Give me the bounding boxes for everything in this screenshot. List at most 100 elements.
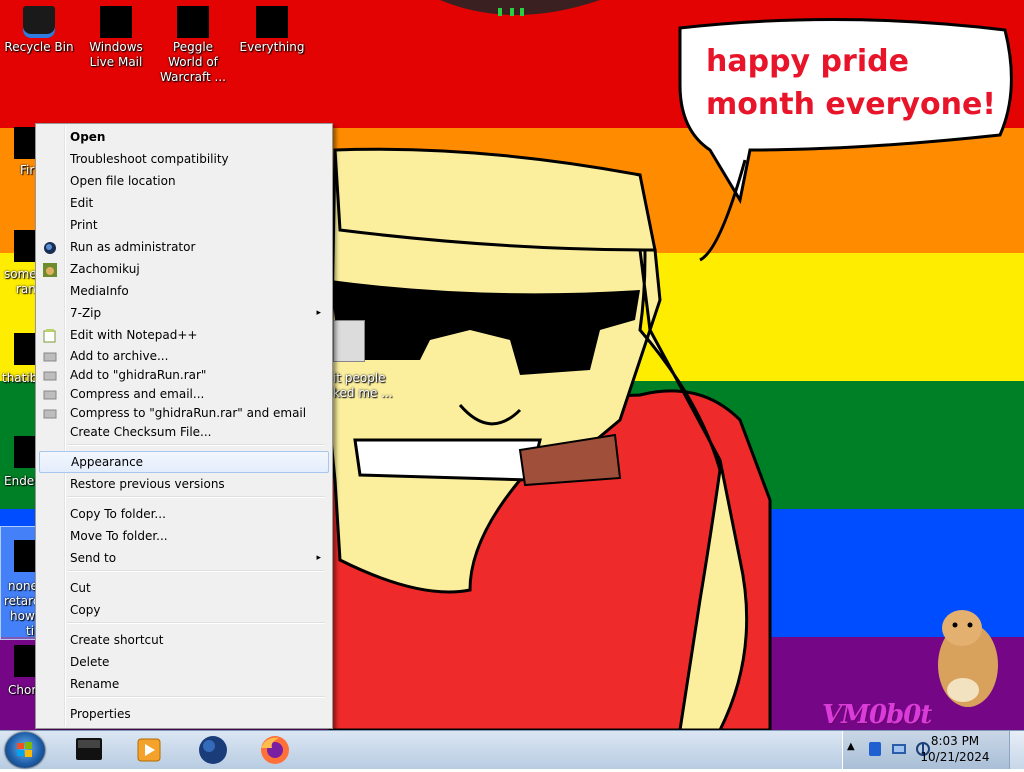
media-center-taskbar-icon[interactable] [66,734,112,766]
firefox-taskbar-icon[interactable] [252,734,298,766]
menu-item-label: Copy To folder... [70,507,166,521]
menu-item-label: Rename [70,677,120,691]
menu-item-7-zip[interactable]: 7-Zip ▸ [39,302,327,324]
desktop-icon-label-partial: ked me ... [333,386,393,400]
menu-separator [67,444,325,446]
desktop-icon-label-partial: ti [26,624,35,638]
desktop-icon-recycle-bin[interactable]: Recycle Bin [0,6,78,55]
menu-item-label: Edit [70,196,94,210]
desktop[interactable]: happy pride month everyone! VM0b0t Recyc… [0,0,1024,730]
menu-item-appearance[interactable]: Appearance [39,451,329,473]
menu-item-label: Restore previous versions [70,477,225,491]
menu-item-label: Edit with Notepad++ [70,328,198,342]
desktop-icon-label-partial: it people [333,371,386,385]
menu-item-open-file-location[interactable]: Open file location [39,170,327,192]
menu-separator [67,496,325,498]
menu-item-send-to[interactable]: Send to ▸ [39,547,327,569]
menu-item-edit[interactable]: Edit [39,192,327,214]
desktop-icon-peggle-world-of-warcraft[interactable]: Peggle World of Warcraft ... [154,6,232,85]
desktop-icon-partial[interactable] [14,540,36,572]
menu-item-label: Troubleshoot compatibility [70,152,229,166]
menu-item-delete[interactable]: Delete [39,651,327,673]
menu-separator [67,622,325,624]
winrar-icon [43,406,57,420]
menu-item-copy[interactable]: Copy [39,599,327,621]
menu-item-label: Send to [70,551,117,565]
menu-item-label: 7-Zip [70,306,102,320]
menu-item-print[interactable]: Print [39,214,327,236]
desktop-icon-label-partial: some [4,267,37,281]
menu-item-restore-previous-versions[interactable]: Restore previous versions [39,473,327,495]
menu-item-label: Copy [70,603,101,617]
desktop-icon-label-partial: Fir [20,163,35,177]
show-desktop-button[interactable] [1009,731,1024,769]
desktop-icon-partial[interactable] [14,645,36,677]
desktop-icon-windows-live-mail[interactable]: Windows Live Mail [77,6,155,70]
desktop-icon-partial[interactable] [14,333,36,365]
menu-separator [67,570,325,572]
menu-item-copy-to-folder[interactable]: Copy To folder... [39,503,327,525]
desktop-icon-label-partial: none [8,579,38,593]
menu-item-troubleshoot-compatibility[interactable]: Troubleshoot compatibility [39,148,327,170]
taskbar-clock[interactable]: 8:03 PM 10/21/2024 [910,733,1000,765]
menu-item-run-as-administrator[interactable]: Run as administrator [39,236,327,258]
menu-item-zachomikuj[interactable]: Zachomikuj [39,258,327,280]
menu-item-label: Cut [70,581,91,595]
start-button[interactable] [5,732,45,768]
everything-icon [256,6,288,38]
menu-item-label: Open file location [70,174,176,188]
media-player-taskbar-icon[interactable] [126,734,172,766]
menu-item-rename[interactable]: Rename [39,673,327,695]
shield-globe-icon [43,240,57,254]
windows-live-mail-icon [100,6,132,38]
menu-item-label: MediaInfo [70,284,129,298]
windows-logo-icon [17,742,32,757]
hamster-icon [43,262,57,277]
desktop-icon-label: Recycle Bin [4,40,74,54]
winrar-icon [43,349,57,363]
desktop-icon-label: Everything [239,40,305,54]
desktop-icon-label: Peggle World of Warcraft ... [160,40,226,84]
menu-item-edit-with-notepad[interactable]: Edit with Notepad++ [39,324,327,346]
winrar-icon [43,387,57,401]
menu-item-label: Appearance [71,455,144,469]
winrar-icon [43,368,57,382]
context-menu: Open Troubleshoot compatibility Open file … [35,123,333,729]
desktop-icon-everything[interactable]: Everything [233,6,311,55]
network-icon[interactable] [891,741,907,757]
wallpaper-green-dot [510,8,514,16]
menu-item-move-to-folder[interactable]: Move To folder... [39,525,327,547]
desktop-icon-partial[interactable] [14,230,36,262]
wallpaper-green-dot [520,8,524,16]
file-icon[interactable] [333,320,365,362]
menu-item-label: Create shortcut [70,633,164,647]
clock-time: 8:03 PM [930,734,980,748]
desktop-icon-label-partial: ran [16,282,36,296]
menu-item-properties[interactable]: Properties [39,703,327,725]
wallpaper-green-dot [498,8,502,16]
notepad-plus-icon [43,328,57,343]
menu-item-cut[interactable]: Cut [39,577,327,599]
tray-expand-arrow-icon[interactable]: ▲ [847,741,855,752]
bluetooth-icon[interactable] [867,741,883,757]
menu-item-label: Create Checksum File... [70,425,212,439]
submenu-arrow-icon: ▸ [316,308,321,318]
menu-item-create-shortcut[interactable]: Create shortcut [39,629,327,651]
menu-item-label: Zachomikuj [70,262,140,276]
watermark-logo: VM0b0t [822,700,932,730]
menu-separator [67,696,325,698]
desktop-icon-partial[interactable] [14,436,36,468]
desktop-icon-label-partial: how [10,609,35,623]
menu-item-label: Run as administrator [70,240,196,254]
speech-bubble-text: happy pride month everyone! [706,44,996,122]
globe-taskbar-icon[interactable] [190,734,236,766]
menu-item-label: Delete [70,655,110,669]
desktop-icon-label-partial: Ender [4,474,40,488]
menu-item-mediainfo[interactable]: MediaInfo [39,280,327,302]
desktop-icon-partial[interactable] [14,127,36,159]
desktop-icon-label: Windows Live Mail [89,40,143,69]
menu-item-open[interactable]: Open [39,126,327,148]
menu-item-create-checksum-file[interactable]: Create Checksum File... [39,421,327,443]
recycle-bin-icon [23,6,55,38]
menu-item-label: Open [70,130,106,144]
